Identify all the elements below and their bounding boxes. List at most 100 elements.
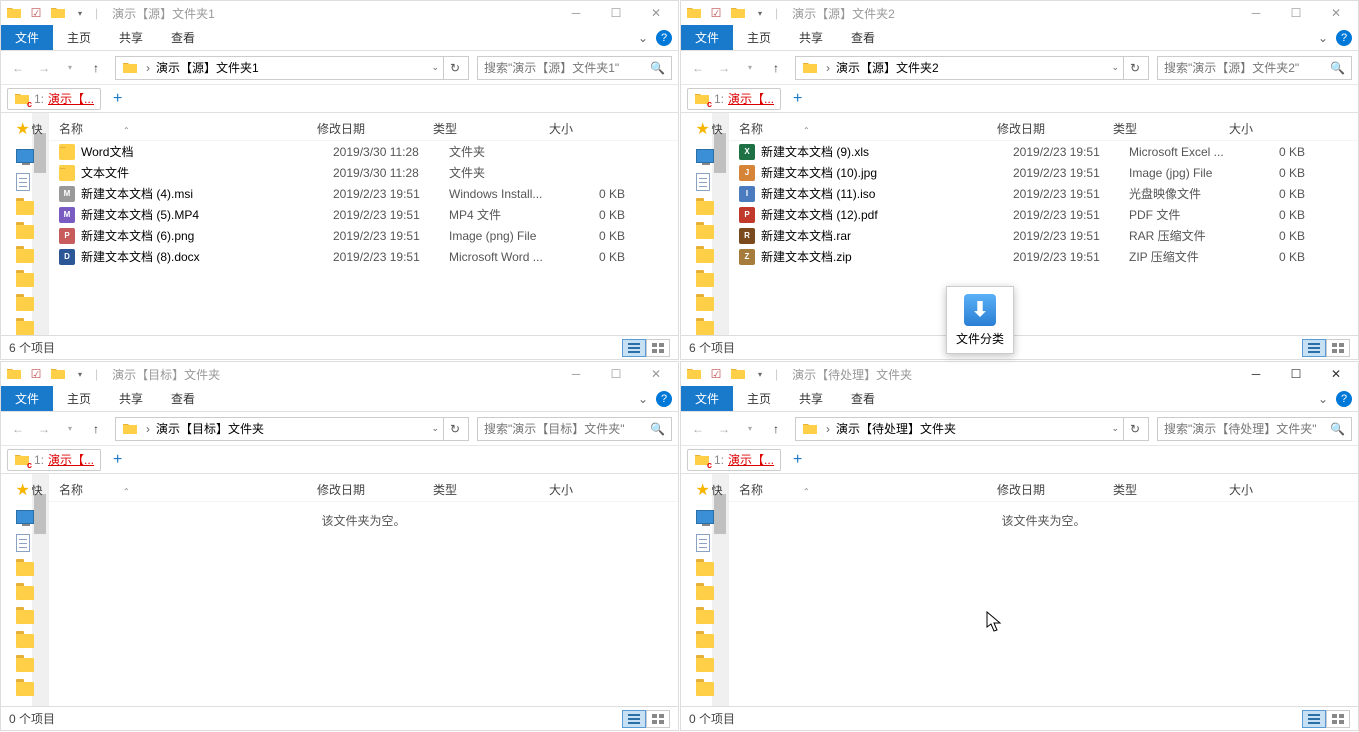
sidebar-folder-3[interactable]	[696, 249, 714, 263]
qat-dropdown-icon[interactable]: ▾	[71, 365, 89, 383]
minimize-button[interactable]: ─	[1236, 362, 1276, 386]
icons-view-button[interactable]	[646, 339, 670, 357]
column-header[interactable]: 名称⌃ 修改日期 类型 大小	[49, 117, 678, 141]
column-header[interactable]: 名称⌃ 修改日期 类型 大小	[729, 117, 1358, 141]
refresh-button[interactable]: ↻	[444, 422, 466, 436]
maximize-button[interactable]: ☐	[596, 362, 636, 386]
this-pc-icon[interactable]	[696, 149, 714, 163]
ribbon-tab-1[interactable]: 共享	[785, 386, 837, 411]
title-bar[interactable]: ☑ ▾ | 演示【待处理】文件夹 ─ ☐ ✕	[681, 362, 1358, 386]
ribbon-tab-2[interactable]: 查看	[837, 25, 889, 50]
search-icon[interactable]: 🔍	[650, 422, 665, 436]
file-tab[interactable]: 文件	[681, 386, 733, 411]
help-icon[interactable]: ?	[1336, 30, 1352, 46]
documents-icon[interactable]	[696, 173, 710, 191]
col-name[interactable]: 名称⌃	[59, 481, 317, 498]
search-input[interactable]: 搜索"演示【目标】文件夹" 🔍	[477, 417, 672, 441]
minimize-button[interactable]: ─	[1236, 1, 1276, 25]
sidebar-folder-2[interactable]	[16, 586, 34, 600]
col-name[interactable]: 名称⌃	[739, 481, 997, 498]
file-row[interactable]: D 新建文本文档 (8).docx 2019/2/23 19:51 Micros…	[49, 246, 678, 267]
sidebar-folder-5[interactable]	[16, 297, 34, 311]
close-button[interactable]: ✕	[1316, 362, 1356, 386]
file-tab[interactable]: 文件	[1, 25, 53, 50]
history-dropdown-icon[interactable]: ▾	[59, 418, 81, 440]
col-size[interactable]: 大小	[1229, 481, 1289, 498]
file-row[interactable]: R 新建文本文档.rar 2019/2/23 19:51 RAR 压缩文件 0 …	[729, 225, 1358, 246]
icons-view-button[interactable]	[646, 710, 670, 728]
refresh-button[interactable]: ↻	[1124, 422, 1146, 436]
documents-icon[interactable]	[16, 173, 30, 191]
check-icon[interactable]: ☑	[27, 4, 45, 22]
ribbon-expand-icon[interactable]: ⌄	[638, 392, 648, 406]
forward-button[interactable]: →	[33, 418, 55, 440]
help-icon[interactable]: ?	[1336, 391, 1352, 407]
file-row[interactable]: M 新建文本文档 (4).msi 2019/2/23 19:51 Windows…	[49, 183, 678, 204]
file-tab[interactable]: 文件	[1, 386, 53, 411]
address-bar[interactable]: › 演示【待处理】文件夹 ⌄ ↻	[795, 417, 1149, 441]
new-tab-button[interactable]: +	[787, 451, 808, 469]
col-date[interactable]: 修改日期	[317, 481, 433, 498]
sidebar-folder-2[interactable]	[16, 225, 34, 239]
back-button[interactable]: ←	[7, 57, 29, 79]
breadcrumb[interactable]: 演示【源】文件夹2	[834, 59, 941, 76]
maximize-button[interactable]: ☐	[1276, 362, 1316, 386]
breadcrumb[interactable]: 演示【待处理】文件夹	[834, 420, 958, 437]
refresh-button[interactable]: ↻	[1124, 61, 1146, 75]
col-date[interactable]: 修改日期	[317, 120, 433, 137]
qat-dropdown-icon[interactable]: ▾	[751, 365, 769, 383]
quick-access-icon[interactable]: 快	[696, 119, 710, 139]
ribbon-expand-icon[interactable]: ⌄	[1318, 31, 1328, 45]
check-icon[interactable]: ☑	[27, 365, 45, 383]
close-button[interactable]: ✕	[636, 1, 676, 25]
col-type[interactable]: 类型	[433, 481, 549, 498]
folder-tab[interactable]: c 1: 演示【...	[7, 449, 101, 471]
sidebar-folder-1[interactable]	[696, 562, 714, 576]
col-type[interactable]: 类型	[1113, 120, 1229, 137]
sidebar-folder-4[interactable]	[696, 273, 714, 287]
ribbon-expand-icon[interactable]: ⌄	[1318, 392, 1328, 406]
new-tab-button[interactable]: +	[107, 90, 128, 108]
sidebar-folder-2[interactable]	[696, 225, 714, 239]
ribbon-tab-0[interactable]: 主页	[733, 25, 785, 50]
address-dropdown-icon[interactable]: ⌄	[1111, 62, 1123, 73]
column-header[interactable]: 名称⌃ 修改日期 类型 大小	[49, 478, 678, 502]
sidebar-folder-1[interactable]	[16, 562, 34, 576]
details-view-button[interactable]	[1302, 339, 1326, 357]
new-tab-button[interactable]: +	[107, 451, 128, 469]
sidebar-folder-3[interactable]	[696, 610, 714, 624]
ribbon-tab-0[interactable]: 主页	[53, 386, 105, 411]
file-row[interactable]: M 新建文本文档 (5).MP4 2019/2/23 19:51 MP4 文件 …	[49, 204, 678, 225]
sidebar-folder-5[interactable]	[696, 297, 714, 311]
quick-access-icon[interactable]: 快	[16, 119, 30, 139]
file-row[interactable]: P 新建文本文档 (6).png 2019/2/23 19:51 Image (…	[49, 225, 678, 246]
col-date[interactable]: 修改日期	[997, 120, 1113, 137]
chevron-right-icon[interactable]: ›	[142, 422, 154, 436]
back-button[interactable]: ←	[687, 418, 709, 440]
file-row[interactable]: 文本文件 2019/3/30 11:28 文件夹	[49, 162, 678, 183]
details-view-button[interactable]	[1302, 710, 1326, 728]
col-type[interactable]: 类型	[1113, 481, 1229, 498]
sidebar-folder-5[interactable]	[696, 658, 714, 672]
search-input[interactable]: 搜索"演示【源】文件夹1" 🔍	[477, 56, 672, 80]
search-icon[interactable]: 🔍	[650, 61, 665, 75]
check-icon[interactable]: ☑	[707, 4, 725, 22]
up-button[interactable]: ↑	[85, 418, 107, 440]
qat-dropdown-icon[interactable]: ▾	[751, 4, 769, 22]
documents-icon[interactable]	[696, 534, 710, 552]
sidebar-folder-6[interactable]	[16, 321, 34, 335]
documents-icon[interactable]	[16, 534, 30, 552]
sidebar-folder-4[interactable]	[16, 634, 34, 648]
history-dropdown-icon[interactable]: ▾	[739, 418, 761, 440]
sidebar-folder-6[interactable]	[696, 321, 714, 335]
breadcrumb[interactable]: 演示【目标】文件夹	[154, 420, 266, 437]
back-button[interactable]: ←	[7, 418, 29, 440]
search-input[interactable]: 搜索"演示【待处理】文件夹" 🔍	[1157, 417, 1352, 441]
title-bar[interactable]: ☑ ▾ | 演示【目标】文件夹 ─ ☐ ✕	[1, 362, 678, 386]
sidebar-folder-2[interactable]	[696, 586, 714, 600]
forward-button[interactable]: →	[33, 57, 55, 79]
address-bar[interactable]: › 演示【源】文件夹2 ⌄ ↻	[795, 56, 1149, 80]
ribbon-tab-2[interactable]: 查看	[157, 386, 209, 411]
ribbon-tab-0[interactable]: 主页	[733, 386, 785, 411]
this-pc-icon[interactable]	[696, 510, 714, 524]
